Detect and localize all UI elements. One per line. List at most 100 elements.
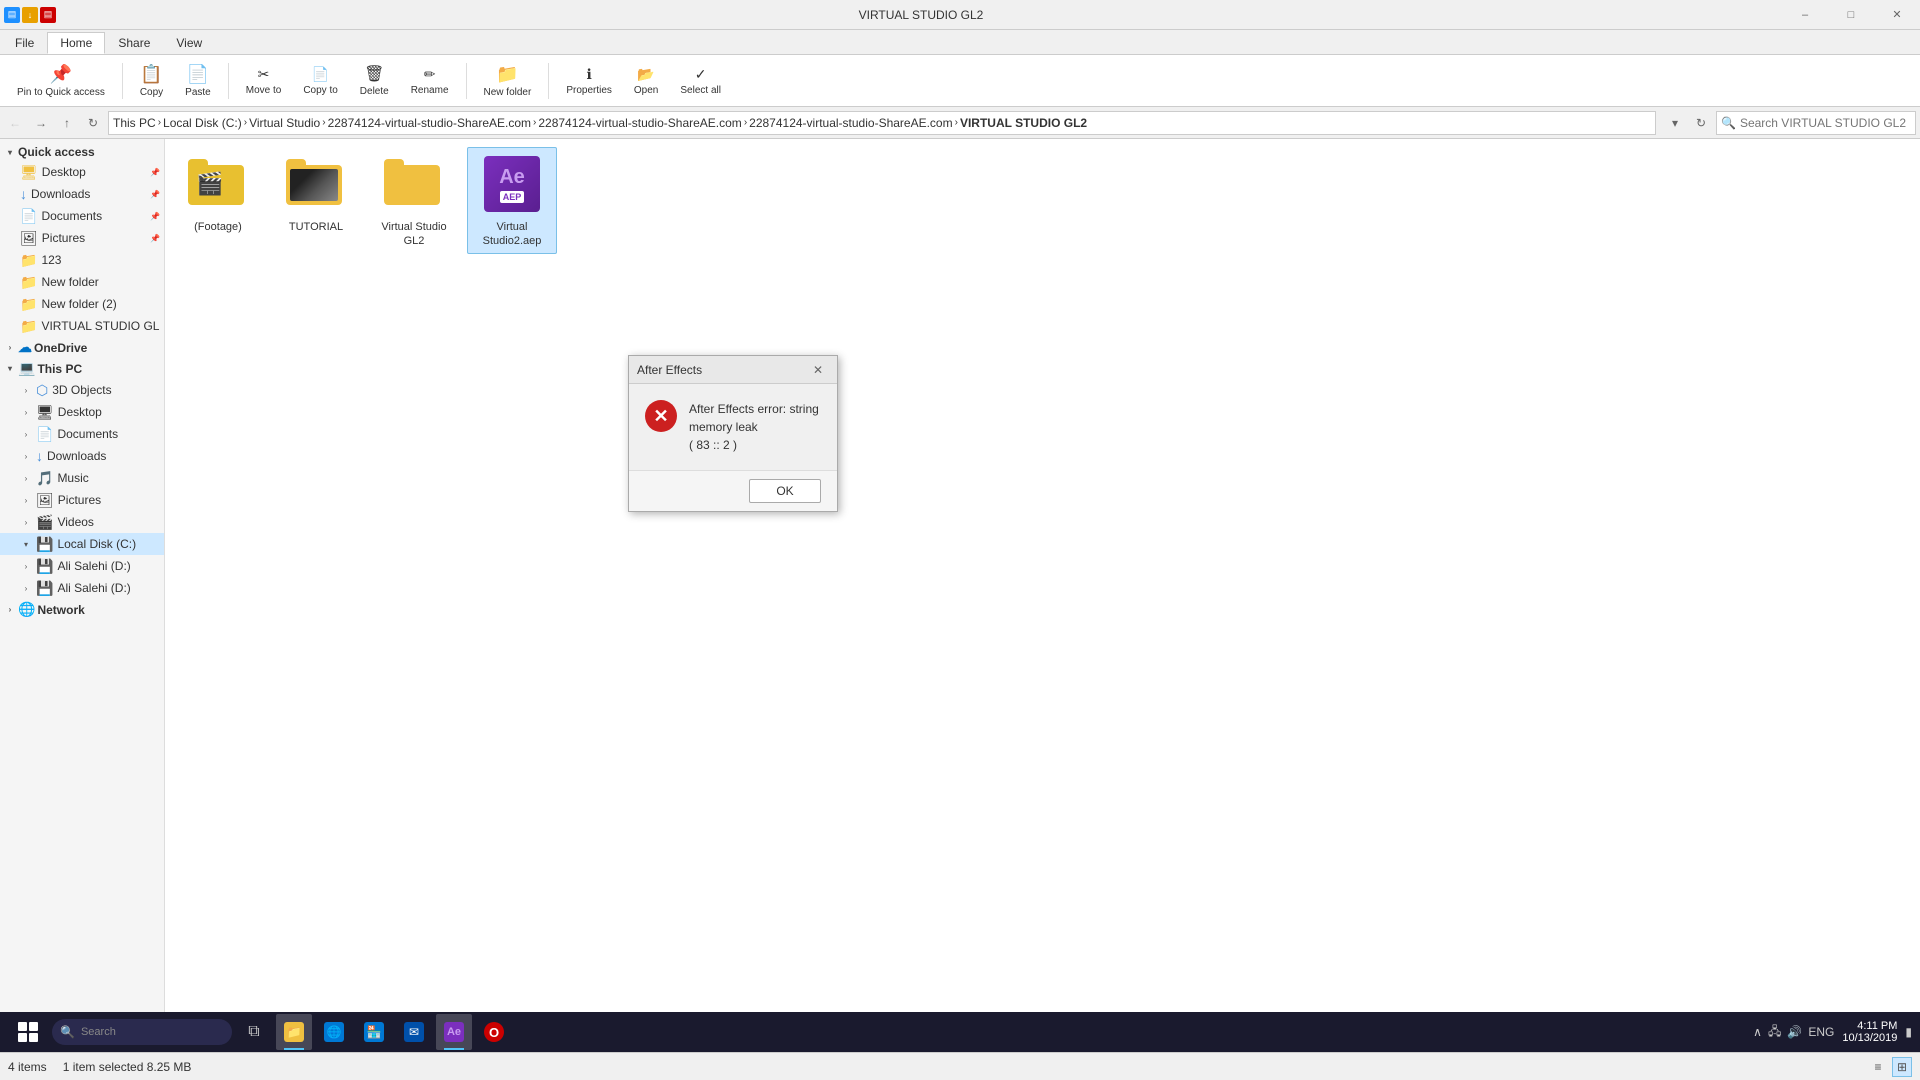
sidebar-item-documents-quick[interactable]: 📄 Documents 📌 xyxy=(0,205,164,227)
music-icon: 🎵 xyxy=(36,470,53,487)
taskbar-app-ae[interactable]: Ae xyxy=(436,1014,472,1050)
ribbon-copy-to-btn[interactable]: 📄 Copy to xyxy=(294,59,346,103)
ribbon-properties-btn[interactable]: ℹ Properties xyxy=(557,59,621,103)
file-item-vstudio-gl2[interactable]: Virtual Studio GL2 xyxy=(369,147,459,254)
maximize-button[interactable]: □ xyxy=(1828,0,1874,30)
show-desktop-button[interactable]: ▮ xyxy=(1905,1025,1912,1039)
tab-view[interactable]: View xyxy=(163,32,215,54)
quick-access-header[interactable]: ▾ Quick access xyxy=(0,143,164,161)
file-area: 🎬 (Footage) TUTORIAL xyxy=(165,139,1920,1053)
folder-123-icon: 📁 xyxy=(20,252,37,269)
close-button[interactable]: ✕ xyxy=(1874,0,1920,30)
sidebar-item-ali-d[interactable]: › 💾 Ali Salehi (D:) xyxy=(0,555,164,577)
ribbon-paste-btn[interactable]: 📄 Paste xyxy=(176,59,220,103)
desktop-pc-icon: 🖥 xyxy=(36,404,54,421)
tray-network-icon[interactable]: 🖧 xyxy=(1768,1022,1781,1043)
this-pc-header[interactable]: ▾ 💻 This PC xyxy=(0,358,164,379)
sidebar-item-newfolder2[interactable]: 📁 New folder (2) xyxy=(0,293,164,315)
edge-taskbar-icon: 🌐 xyxy=(324,1022,344,1042)
refresh-button[interactable]: ↻ xyxy=(82,112,104,134)
sidebar-item-123[interactable]: 📁 123 xyxy=(0,249,164,271)
file-item-aep[interactable]: Ae AEP Virtual Studio2.aep xyxy=(467,147,557,254)
tab-file[interactable]: File xyxy=(2,32,47,54)
file-item-footage[interactable]: 🎬 (Footage) xyxy=(173,147,263,254)
ribbon-delete-btn[interactable]: 🗑 Delete xyxy=(351,59,398,103)
taskbar-search-icon: 🔍 xyxy=(60,1025,75,1039)
dialog-ok-button[interactable]: OK xyxy=(749,479,821,503)
window-icon-2: ↓ xyxy=(22,7,38,23)
ali-d2-expand: › xyxy=(20,584,32,593)
crumb-current[interactable]: VIRTUAL STUDIO GL2 xyxy=(960,116,1087,130)
crumb-shareae-2[interactable]: 22874124-virtual-studio-ShareAE.com xyxy=(538,116,741,130)
sidebar-item-desktop-pc[interactable]: › 🖥 Desktop xyxy=(0,401,164,423)
sidebar-item-pictures-pc[interactable]: › 🖼 Pictures xyxy=(0,489,164,511)
start-icon xyxy=(18,1022,38,1042)
start-button[interactable] xyxy=(8,1014,48,1050)
search-input[interactable] xyxy=(1740,116,1911,130)
ribbon-select-btn[interactable]: ✓ Select all xyxy=(671,59,730,103)
task-view-button[interactable]: ⧉ xyxy=(236,1014,272,1050)
back-button[interactable]: ← xyxy=(4,112,26,134)
crumb-shareae-1[interactable]: 22874124-virtual-studio-ShareAE.com xyxy=(328,116,531,130)
network-header[interactable]: › 🌐 Network xyxy=(0,599,164,620)
address-box[interactable]: This PC › Local Disk (C:) › Virtual Stud… xyxy=(108,111,1656,135)
sidebar-item-pictures-quick[interactable]: 🖼 Pictures 📌 xyxy=(0,227,164,249)
dialog-close-button[interactable]: ✕ xyxy=(807,359,829,381)
ribbon-move-btn[interactable]: ✂ Move to xyxy=(237,59,291,103)
sidebar-item-music[interactable]: › 🎵 Music xyxy=(0,467,164,489)
ribbon-open-btn[interactable]: 📂 Open xyxy=(625,59,667,103)
taskbar-app-explorer[interactable]: 📁 xyxy=(276,1014,312,1050)
ribbon-rename-btn[interactable]: ✏ Rename xyxy=(402,59,458,103)
sidebar-item-downloads-quick[interactable]: ↓ Downloads 📌 xyxy=(0,183,164,205)
taskbar-app-edge[interactable]: 🌐 xyxy=(316,1014,352,1050)
ribbon-copy-btn[interactable]: 📋 Copy xyxy=(131,59,172,103)
up-button[interactable]: ↑ xyxy=(56,112,78,134)
crumb-local-disk[interactable]: Local Disk (C:) xyxy=(163,116,242,130)
crumb-virtual-studio[interactable]: Virtual Studio xyxy=(249,116,320,130)
crumb-this-pc[interactable]: This PC xyxy=(113,116,156,130)
clock[interactable]: 4:11 PM 10/13/2019 xyxy=(1842,1020,1897,1044)
documents-pin-icon: 📌 xyxy=(150,212,160,221)
minimize-button[interactable]: – xyxy=(1782,0,1828,30)
sidebar-item-newfolder[interactable]: 📁 New folder xyxy=(0,271,164,293)
forward-button[interactable]: → xyxy=(30,112,52,134)
sidebar-item-documents-pc[interactable]: › 📄 Documents xyxy=(0,423,164,445)
sidebar-item-downloads-pc[interactable]: › ↓ Downloads xyxy=(0,445,164,467)
search-box[interactable]: 🔍 xyxy=(1716,111,1916,135)
taskbar-app-mail[interactable]: ✉ xyxy=(396,1014,432,1050)
ribbon-newfolder-btn[interactable]: 📁 New folder xyxy=(475,59,541,103)
sidebar-item-vstudio[interactable]: 📁 VIRTUAL STUDIO GL xyxy=(0,315,164,337)
tray-volume-icon[interactable]: 🔊 xyxy=(1787,1025,1802,1039)
taskbar-search[interactable]: 🔍 Search xyxy=(52,1019,232,1045)
ribbon-pin-btn[interactable]: 📌 Pin to Quick access xyxy=(8,59,114,103)
documents-icon: 📄 xyxy=(20,208,37,225)
sidebar-item-documents-pc-label: Documents xyxy=(57,427,118,441)
sidebar-item-ali-d2[interactable]: › 💾 Ali Salehi (D:) xyxy=(0,577,164,599)
quick-access-chevron: ▾ xyxy=(4,148,16,157)
tab-share[interactable]: Share xyxy=(105,32,163,54)
onedrive-header[interactable]: › ☁ OneDrive xyxy=(0,337,164,358)
sidebar-item-local-disk[interactable]: ▾ 💾 Local Disk (C:) xyxy=(0,533,164,555)
sidebar-item-3dobjects[interactable]: › ⬡ 3D Objects xyxy=(0,379,164,401)
taskbar-app-store[interactable]: 🏪 xyxy=(356,1014,392,1050)
status-selected-info: 1 item selected 8.25 MB xyxy=(63,1060,192,1074)
pictures-pin-icon: 📌 xyxy=(150,234,160,243)
dialog-message-line1: After Effects error: string memory leak xyxy=(689,400,821,436)
task-view-icon: ⧉ xyxy=(248,1023,259,1041)
taskbar-app-opera[interactable]: O xyxy=(476,1014,512,1050)
file-item-tutorial[interactable]: TUTORIAL xyxy=(271,147,361,254)
address-dropdown-button[interactable]: ▾ xyxy=(1664,112,1686,134)
aep-icon-area: Ae AEP xyxy=(480,152,544,216)
tray-language[interactable]: ENG xyxy=(1808,1025,1834,1039)
vstudio-folder-shape xyxy=(384,159,444,209)
sidebar-item-desktop-quick[interactable]: 🖥 Desktop 📌 xyxy=(0,161,164,183)
tab-home[interactable]: Home xyxy=(47,32,105,54)
crumb-shareae-3[interactable]: 22874124-virtual-studio-ShareAE.com xyxy=(749,116,952,130)
sidebar-item-videos[interactable]: › 🎬 Videos xyxy=(0,511,164,533)
tray-up-arrow[interactable]: ∧ xyxy=(1753,1025,1762,1039)
view-icons-button[interactable]: ⊞ xyxy=(1892,1057,1912,1077)
footage-folder-label: (Footage) xyxy=(194,220,242,234)
aep-file-icon: Ae AEP xyxy=(484,156,540,212)
view-details-button[interactable]: ≡ xyxy=(1868,1057,1888,1077)
address-refresh-button[interactable]: ↻ xyxy=(1690,112,1712,134)
